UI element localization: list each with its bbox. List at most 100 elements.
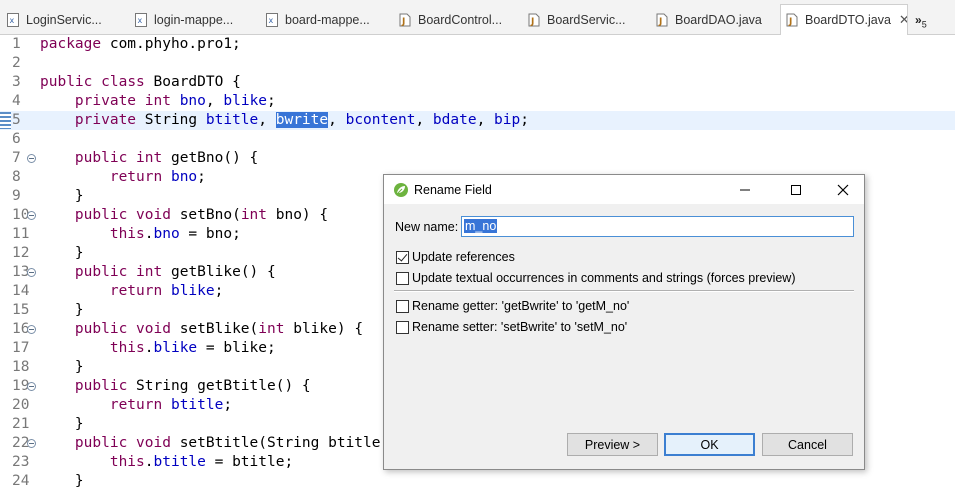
keyword-token: package [40, 36, 102, 52]
cancel-button[interactable]: Cancel [762, 433, 853, 456]
minimize-icon[interactable] [734, 179, 756, 201]
code-text: } [40, 301, 84, 320]
hidden-tab-count: 5 [921, 19, 927, 30]
code-token: } [40, 302, 84, 318]
field-token: blike [223, 93, 268, 109]
code-text: this.blike = blike; [40, 339, 276, 358]
fold-collapse-icon[interactable] [27, 439, 36, 448]
rename-setter-option[interactable]: Rename setter: 'setBwrite' to 'setM_no' [396, 320, 627, 334]
code-token: . [144, 454, 154, 470]
code-line[interactable]: 4 private int bno, blike; [0, 92, 955, 111]
code-line[interactable]: 2 [0, 54, 955, 73]
field-token: btitle [153, 454, 206, 470]
keyword-token: public [74, 321, 128, 337]
code-text: public void setBno(int bno) { [40, 206, 328, 225]
keyword-token: return [109, 169, 163, 185]
tab-boarddao[interactable]: J BoardDAO.java [651, 6, 779, 34]
rename-setter-checkbox[interactable] [396, 320, 409, 334]
preview-button[interactable]: Preview > [567, 433, 658, 456]
code-token: = btitle; [205, 454, 294, 470]
code-line[interactable]: 5 private String btitle, bwrite, bconten… [0, 111, 955, 130]
tab-label: LoginServic... [26, 13, 102, 27]
java-file-icon: J [785, 13, 799, 27]
rename-getter-checkbox[interactable] [396, 299, 409, 313]
tab-label: BoardDAO.java [675, 13, 762, 27]
code-text: return bno; [40, 168, 206, 187]
code-line[interactable]: 3 public class BoardDTO { [0, 73, 955, 92]
update-references-option[interactable]: Update references [396, 250, 515, 264]
tab-login-mapper[interactable]: x login-mappe... [130, 6, 258, 34]
code-token: setBno( [170, 207, 241, 223]
code-text: public int getBlike() { [40, 263, 276, 282]
svg-text:J: J [530, 17, 534, 27]
code-token: BoardDTO { [144, 74, 241, 90]
code-line[interactable]: 24 } [0, 472, 955, 488]
code-line[interactable]: 7 public int getBno() { [0, 149, 955, 168]
line-number: 12 [12, 245, 30, 261]
ok-button[interactable]: OK [664, 433, 755, 456]
new-name-value: m_no [464, 219, 498, 233]
tab-board-mapper[interactable]: x board-mappe... [261, 6, 391, 34]
dialog-title: Rename Field [414, 183, 492, 197]
code-token: ; [197, 169, 206, 185]
selected-token: bwrite [275, 112, 329, 128]
fold-collapse-icon[interactable] [27, 154, 36, 163]
rename-getter-option[interactable]: Rename getter: 'getBwrite' to 'getM_no' [396, 299, 629, 313]
code-text: public void setBtitle(String btitle) { [40, 434, 407, 453]
code-token: ; [223, 397, 233, 413]
xml-file-icon: x [6, 13, 20, 27]
keyword-token: return [109, 397, 163, 413]
code-text: return btitle; [40, 396, 232, 415]
close-icon[interactable]: ✕ [899, 12, 907, 28]
code-token: String getBtitle() { [127, 378, 311, 394]
keyword-token: public [74, 150, 128, 166]
keyword-token: private [74, 93, 137, 109]
code-text: public String getBtitle() { [40, 377, 311, 396]
tab-boardservice[interactable]: J BoardServic... [523, 6, 651, 34]
tab-boardcontroller[interactable]: J BoardControl... [394, 6, 526, 34]
maximize-icon[interactable] [785, 179, 807, 201]
xml-file-icon: x [134, 13, 148, 27]
keyword-token: public [74, 264, 128, 280]
fold-collapse-icon[interactable] [27, 211, 36, 220]
line-number: 8 [12, 169, 21, 185]
update-textual-occurrences-checkbox[interactable] [396, 271, 409, 285]
code-line[interactable]: 6 [0, 130, 955, 149]
code-text: private int bno, blike; [40, 92, 276, 111]
fold-collapse-icon[interactable] [27, 325, 36, 334]
keyword-token: int [144, 93, 171, 109]
code-token: com.phyho.pro1; [101, 36, 241, 52]
code-token: = bno; [179, 226, 241, 242]
svg-text:x: x [138, 16, 143, 25]
tab-loginservice[interactable]: x LoginServic... [2, 6, 128, 34]
field-token: blike [170, 283, 215, 299]
tab-overflow-button[interactable]: »5 [915, 13, 927, 29]
update-references-checkbox[interactable] [396, 250, 409, 264]
update-textual-occurrences-option[interactable]: Update textual occurrences in comments a… [396, 271, 796, 285]
dialog-titlebar: Rename Field [384, 175, 864, 204]
code-token: } [40, 359, 84, 375]
fold-collapse-icon[interactable] [27, 382, 36, 391]
code-token: } [40, 245, 84, 261]
code-token: . [144, 226, 154, 242]
keyword-token: int [136, 150, 163, 166]
line-number: 14 [12, 283, 30, 299]
field-token: bno [179, 93, 206, 109]
code-token: ; [520, 112, 529, 128]
code-line[interactable]: 1 package com.phyho.pro1; [0, 35, 955, 54]
close-icon[interactable] [832, 179, 854, 201]
new-name-input[interactable]: m_no [461, 216, 854, 237]
code-token: blike) { [284, 321, 364, 337]
tab-boarddto[interactable]: J BoardDTO.java ✕ [780, 4, 908, 35]
fold-collapse-icon[interactable] [27, 268, 36, 277]
keyword-token: this [109, 340, 145, 356]
code-text: } [40, 187, 84, 206]
tab-label: BoardControl... [418, 13, 503, 27]
